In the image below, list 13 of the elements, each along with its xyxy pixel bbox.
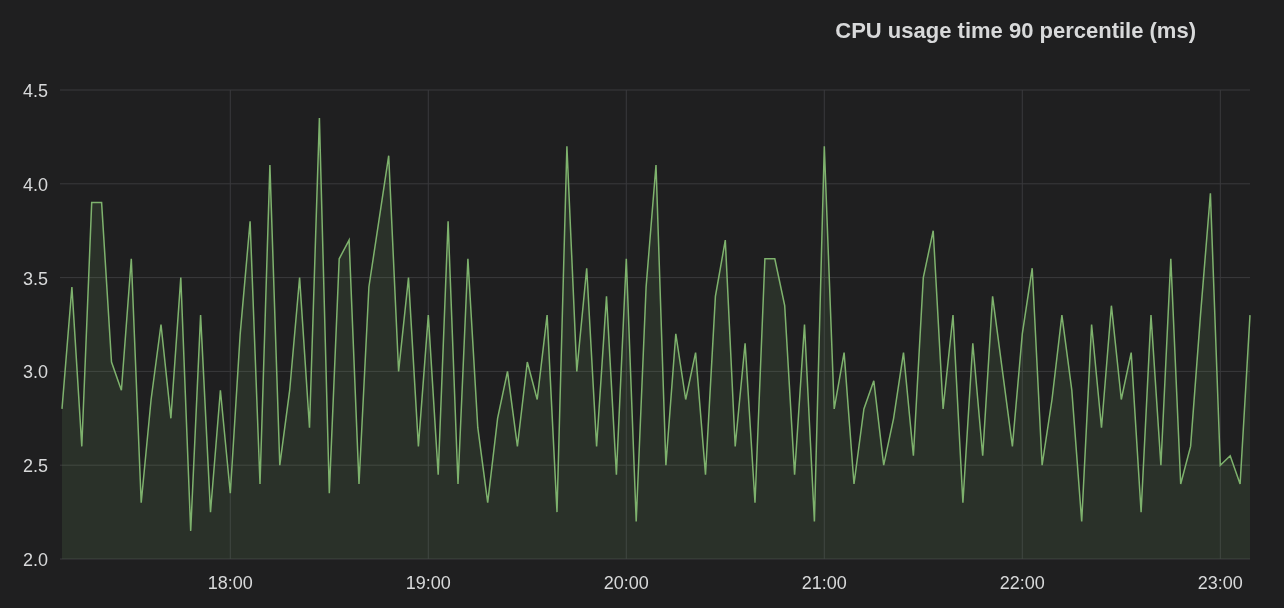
axis-label: 3.5 (22, 268, 48, 289)
axis-label: 4.5 (22, 81, 48, 101)
axis-label: 18:00 (207, 573, 253, 593)
axis-label: 22:00 (999, 573, 1045, 593)
axis-label: 4.0 (22, 174, 48, 195)
axis-label: 19:00 (405, 573, 451, 593)
panel-title: CPU usage time 90 percentile (ms) (835, 16, 1196, 45)
axis-label: 21:00 (801, 573, 847, 593)
axis-label: 20:00 (603, 573, 649, 593)
axis-label: 23:00 (1197, 573, 1243, 593)
axis-label: 2.0 (22, 550, 48, 570)
axis-label: 3.0 (22, 362, 48, 383)
axis-label: 2.5 (22, 456, 48, 477)
